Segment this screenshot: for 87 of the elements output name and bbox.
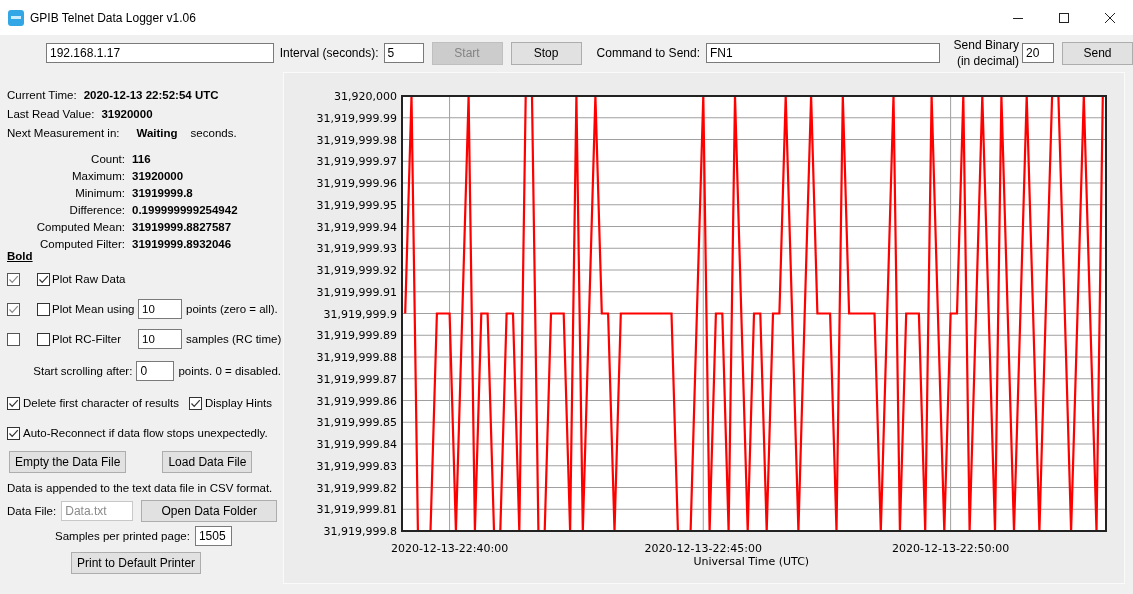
axis-label: 31,919,999.95 <box>316 198 397 212</box>
status-suffix: seconds. <box>190 127 237 139</box>
checkbox[interactable] <box>7 272 20 286</box>
axis-label: 31,919,999.98 <box>316 133 397 147</box>
axis-label: 31,919,999.81 <box>316 503 397 517</box>
axis-label: 31,919,999.91 <box>316 285 397 299</box>
checkbox[interactable] <box>37 332 50 346</box>
status-value: 31920000 <box>101 108 153 120</box>
file-button[interactable]: Empty the Data File <box>9 451 127 473</box>
stat-value: 31919999.8932046 <box>132 238 233 250</box>
axis-label: 31,919,999.85 <box>316 416 397 430</box>
binary-field[interactable]: 20 <box>1021 43 1054 63</box>
axis-label: 31,919,999.96 <box>316 177 397 190</box>
open-folder-button[interactable]: Open Data Folder <box>141 500 278 522</box>
checkbox[interactable] <box>37 302 50 316</box>
stat-value: 0.199999999254942 <box>132 204 239 216</box>
axis-title: Universal Time (UTC) <box>693 555 810 568</box>
file-button[interactable]: Load Data File <box>162 451 253 473</box>
app-icon <box>8 9 24 26</box>
scrolling-label: Start scrolling after: <box>33 365 133 377</box>
checkbox[interactable] <box>37 272 50 286</box>
status-label: Next Measurement in: <box>7 127 120 139</box>
axis-label: 31,919,999.87 <box>316 372 397 386</box>
axis-label: 31,919,999.97 <box>316 155 397 169</box>
axis-label: 31,919,999.89 <box>316 329 397 343</box>
axis-label: 31,919,999.9 <box>323 307 397 321</box>
checkbox[interactable] <box>188 396 202 410</box>
stat-label: Minimum: <box>74 187 125 199</box>
command-label: Command to Send: <box>596 46 700 60</box>
status-label: Last Read Value: <box>7 108 95 120</box>
data-file-field[interactable]: Data.txt <box>61 501 134 521</box>
checkbox[interactable] <box>7 396 20 410</box>
field-hint: points (zero = all). <box>186 303 278 315</box>
send-binary-label: (in decimal) <box>956 53 1019 69</box>
data-file-label: Data File: <box>7 505 57 517</box>
status-value: Waiting <box>136 127 178 139</box>
status-label: Current Time: <box>7 89 77 101</box>
axis-label: 31,919,999.8 <box>323 525 397 538</box>
stat-label: Computed Filter: <box>39 238 125 250</box>
axis-label: 31,919,999.92 <box>316 264 397 277</box>
stat-label: Difference: <box>68 204 125 216</box>
command-field[interactable]: FN1 <box>706 43 940 63</box>
number-field[interactable]: 10 <box>138 329 182 349</box>
interval-field[interactable]: 5 <box>383 43 424 63</box>
send-binary-label: Send Binary <box>953 37 1019 53</box>
stat-label: Maximum: <box>70 170 125 182</box>
axis-label: 31,919,999.94 <box>316 220 397 234</box>
axis-label: 31,919,999.88 <box>316 351 397 364</box>
stat-label: Computed Mean: <box>35 221 125 233</box>
axis-label: 31,919,999.82 <box>316 481 397 495</box>
stat-label: Count: <box>90 153 125 165</box>
axis-label: 31,919,999.93 <box>316 242 397 256</box>
samples-label: Samples per printed page: <box>55 530 190 542</box>
number-field[interactable]: 10 <box>138 299 182 319</box>
axis-label: 31,919,999.86 <box>316 394 397 408</box>
bold-label: Bold <box>7 250 34 264</box>
checkbox-label: Plot Raw Data <box>52 273 127 285</box>
samples-field[interactable]: 1505 <box>194 526 232 546</box>
axis-label: 2020-12-13-22:45:00 <box>644 542 762 555</box>
stat-value: 31920000 <box>132 170 185 182</box>
checkbox-label: Delete first character of results <box>23 397 179 409</box>
axis-label: 2020-12-13-22:40:00 <box>390 542 509 555</box>
checkbox[interactable] <box>7 426 20 440</box>
axis-label: 31,919,999.84 <box>316 438 397 451</box>
checkbox-label: Auto-Reconnect if data flow stops unexpectedly. <box>23 427 268 439</box>
axis-label: 31,919,999.83 <box>316 459 397 473</box>
interval-label: Interval (seconds): <box>279 46 379 60</box>
status-value: 2020-12-13 22:52:54 UTC <box>83 89 219 101</box>
address-field[interactable]: 192.168.1.17 <box>46 43 274 63</box>
checkbox-label: Display Hints <box>204 397 273 409</box>
scrolling-field[interactable]: 0 <box>136 361 175 381</box>
info-text: Data is appended to the text data file in CSV format. <box>7 482 274 494</box>
window-title: GPIB Telnet Data Logger v1.06 <box>30 10 196 25</box>
checkbox-label: Plot RC-Filter <box>52 333 122 345</box>
stat-value: 31919999.8827587 <box>132 221 233 233</box>
send-button[interactable]: Send <box>1061 41 1133 65</box>
print-button[interactable]: Print to Default Printer <box>71 552 202 574</box>
stat-value: 116 <box>132 153 152 165</box>
axis-label: 31,920,000 <box>334 90 397 103</box>
checkbox[interactable] <box>7 302 20 316</box>
field-hint: samples (RC time) <box>186 333 282 345</box>
stat-value: 31919999.8 <box>132 187 194 199</box>
axis-label: 2020-12-13-22:50:00 <box>891 542 1010 555</box>
field-hint: points. 0 = disabled. <box>178 365 281 377</box>
checkbox[interactable] <box>7 332 20 346</box>
axis-label: 31,919,999.99 <box>316 111 397 125</box>
stop-button[interactable]: Stop <box>510 41 582 65</box>
